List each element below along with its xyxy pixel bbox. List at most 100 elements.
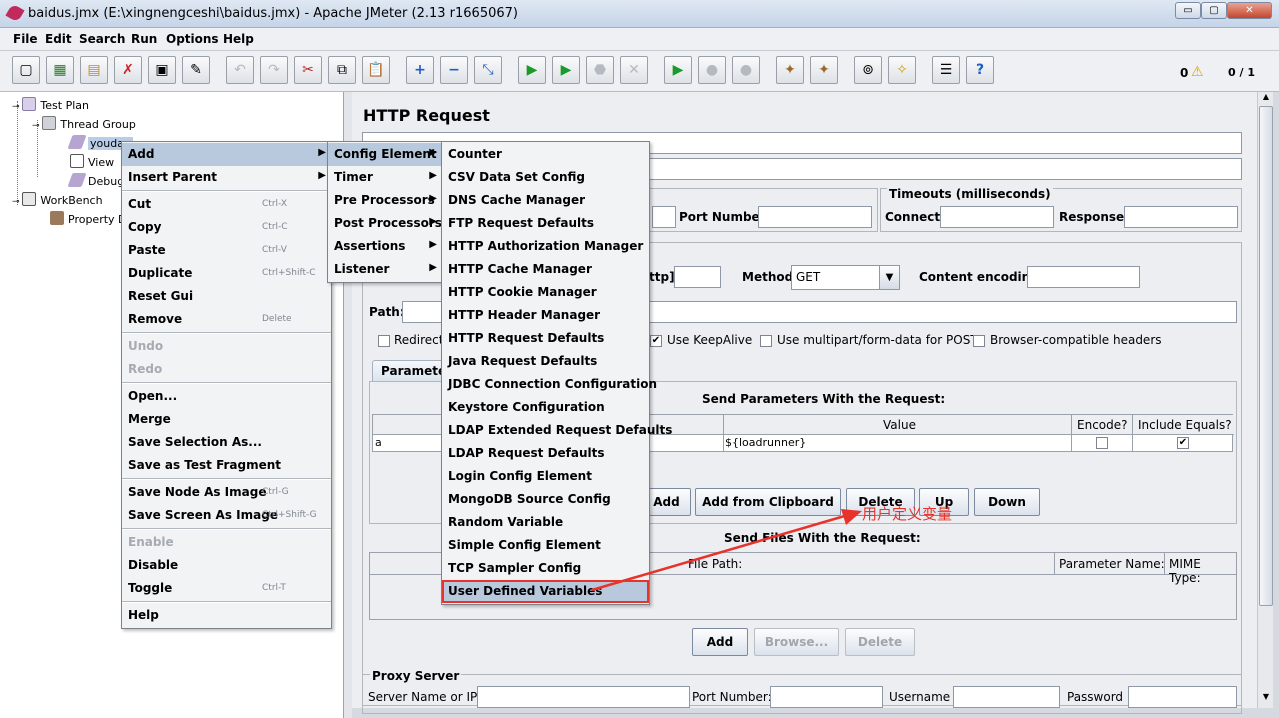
config-item-csv-data-set[interactable]: CSV Data Set Config [442,166,649,189]
config-item-counter[interactable]: Counter [442,143,649,166]
row-value[interactable]: ${loadrunner} [725,436,806,449]
cut-icon[interactable]: ✂ [294,56,322,84]
config-item-http-auth[interactable]: HTTP Authorization Manager [442,235,649,258]
menu-item-open[interactable]: Open... [122,385,331,408]
multipart-checkbox[interactable] [760,335,772,347]
tab-parameters[interactable]: Paramete [372,360,452,382]
menu-item-save-screen-image[interactable]: Save Screen As Image Ctrl+Shift-G [122,504,331,527]
menu-item-redo[interactable]: Redo [122,358,331,381]
menu-item-duplicate[interactable]: Duplicate Ctrl+Shift-C [122,262,331,285]
scroll-up-icon[interactable]: ▲ [1259,92,1273,106]
config-item-tcp-sampler[interactable]: TCP Sampler Config [442,557,649,580]
down-button[interactable]: Down [974,488,1040,516]
tree-node-property[interactable]: Property D [50,211,127,226]
config-item-dns-cache[interactable]: DNS Cache Manager [442,189,649,212]
connect-field[interactable] [940,206,1054,228]
expand-icon[interactable]: + [406,56,434,84]
warning-icon[interactable]: ⚠ [1191,64,1204,80]
scroll-down-icon[interactable]: ▼ [1259,692,1273,706]
paste-icon[interactable]: 📋 [362,56,390,84]
submenu-item-post-processors[interactable]: Post Processors ▶ [328,212,442,235]
server-name-field[interactable] [652,206,676,228]
config-item-http-cookie[interactable]: HTTP Cookie Manager [442,281,649,304]
protocol-field[interactable] [674,266,721,288]
content-encoding-field[interactable] [1027,266,1140,288]
menu-item-toggle[interactable]: Toggle Ctrl-T [122,577,331,600]
submenu-item-config-element[interactable]: Config Element ▶ [328,143,442,166]
remote-start-icon[interactable]: ▶ [664,56,692,84]
collapse-icon[interactable]: − [440,56,468,84]
config-item-jdbc[interactable]: JDBC Connection Configuration [442,373,657,396]
config-item-http-defaults[interactable]: HTTP Request Defaults [442,327,649,350]
help-icon[interactable]: ? [966,56,994,84]
menu-item-paste[interactable]: Paste Ctrl-V [122,239,331,262]
menu-item-remove[interactable]: Remove Delete [122,308,331,331]
password-field[interactable] [1128,686,1237,708]
config-item-mongodb[interactable]: MongoDB Source Config [442,488,649,511]
include-equals-checkbox[interactable]: ✔ [1177,437,1189,449]
config-item-http-cache[interactable]: HTTP Cache Manager [442,258,649,281]
clear-icon[interactable]: ✦ [776,56,804,84]
delete-file-button[interactable]: Delete [845,628,915,656]
undo-icon[interactable]: ↶ [226,56,254,84]
redo-icon[interactable]: ↷ [260,56,288,84]
vertical-scrollbar[interactable]: ▲ ▼ [1257,92,1273,708]
config-item-ldap-extended[interactable]: LDAP Extended Request Defaults [442,419,672,442]
stop-icon[interactable]: ⬣ [586,56,614,84]
proxy-server-field[interactable] [477,686,690,708]
menu-item-copy[interactable]: Copy Ctrl-C [122,216,331,239]
menu-item-save-node-image[interactable]: Save Node As Image Ctrl-G [122,481,331,504]
close-file-icon[interactable]: ✗ [114,56,142,84]
submenu-item-pre-processors[interactable]: Pre Processors ▶ [328,189,442,212]
scroll-thumb[interactable] [1259,106,1273,606]
menu-options[interactable]: Options [166,32,219,46]
add-file-button[interactable]: Add [692,628,748,656]
minimize-button[interactable]: ▭ [1175,2,1201,19]
menu-item-add[interactable]: Add ▶ [122,143,331,166]
username-field[interactable] [953,686,1060,708]
menu-search[interactable]: Search [79,32,125,46]
copy-icon[interactable]: ⧉ [328,56,356,84]
config-item-java-defaults[interactable]: Java Request Defaults [442,350,649,373]
menu-item-reset-gui[interactable]: Reset Gui [122,285,331,308]
tree-node-test-plan[interactable]: ⊸ Test Plan [12,97,89,112]
port-number-field[interactable] [758,206,872,228]
submenu-item-timer[interactable]: Timer ▶ [328,166,442,189]
tree-node-debug[interactable]: Debug [67,173,124,188]
menu-item-save-selection[interactable]: Save Selection As... [122,431,331,454]
open-folder-icon[interactable]: ▤ [80,56,108,84]
menu-item-insert-parent[interactable]: Insert Parent ▶ [122,166,331,189]
new-icon[interactable]: ▢ [12,56,40,84]
redirect-checkbox[interactable] [378,335,390,347]
menu-item-undo[interactable]: Undo [122,335,331,358]
templates-icon[interactable]: ▦ [46,56,74,84]
save-icon[interactable]: ▣ [148,56,176,84]
proxy-port-field[interactable] [770,686,883,708]
config-item-simple-config[interactable]: Simple Config Element [442,534,649,557]
config-item-random-variable[interactable]: Random Variable [442,511,649,534]
remote-exit-icon[interactable]: ● [732,56,760,84]
config-item-http-header[interactable]: HTTP Header Manager [442,304,649,327]
function-helper-icon[interactable]: ☰ [932,56,960,84]
browser-headers-checkbox[interactable] [973,335,985,347]
tree-node-workbench[interactable]: ⊸ WorkBench [12,192,103,207]
search-binoculars-icon[interactable]: ⊚ [854,56,882,84]
method-select[interactable]: GET ▼ [791,265,900,290]
save-as-icon[interactable]: ✎ [182,56,210,84]
config-item-login[interactable]: Login Config Element [442,465,649,488]
reset-search-icon[interactable]: ✧ [888,56,916,84]
add-from-clipboard-button[interactable]: Add from Clipboard [695,488,841,516]
menu-item-enable[interactable]: Enable [122,531,331,554]
encode-checkbox[interactable] [1096,437,1108,449]
config-item-ldap-defaults[interactable]: LDAP Request Defaults [442,442,649,465]
config-item-ftp-defaults[interactable]: FTP Request Defaults [442,212,649,235]
keepalive-checkbox[interactable]: ✔ [650,335,662,347]
menu-file[interactable]: File [13,32,38,46]
submenu-item-assertions[interactable]: Assertions ▶ [328,235,442,258]
menu-item-help[interactable]: Help [122,604,331,627]
close-button[interactable]: ✕ [1227,2,1272,19]
menu-item-merge[interactable]: Merge [122,408,331,431]
browse-button[interactable]: Browse... [754,628,839,656]
menu-run[interactable]: Run [131,32,157,46]
tree-node-thread-group[interactable]: ⊸ Thread Group [32,116,136,131]
